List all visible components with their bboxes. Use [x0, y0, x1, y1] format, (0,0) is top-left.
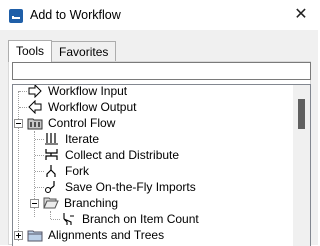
- fork-icon: [44, 164, 60, 178]
- tree-line: [19, 107, 27, 108]
- expand-alignments[interactable]: [14, 231, 23, 240]
- close-button[interactable]: ✕: [292, 5, 310, 23]
- filter-input[interactable]: [12, 62, 311, 80]
- tool-tree[interactable]: Workflow Input Workflow Output Control F…: [12, 84, 311, 246]
- branch-icon: [61, 212, 77, 226]
- tree-item-alignments-trees[interactable]: Alignments and Trees: [27, 227, 164, 243]
- tree-item-collect-distribute[interactable]: Collect and Distribute: [44, 147, 179, 163]
- scrollbar-thumb[interactable]: [298, 99, 305, 129]
- tree-item-label: Branching: [64, 196, 119, 210]
- tree-line: [35, 187, 44, 188]
- tools-tab-page: Workflow Input Workflow Output Control F…: [8, 61, 311, 246]
- tree-line: [35, 139, 44, 140]
- tab-tools[interactable]: Tools: [8, 40, 53, 62]
- tree-line: [51, 219, 60, 220]
- tree-item-label: Fork: [65, 164, 89, 178]
- tree-item-fork[interactable]: Fork: [44, 163, 89, 179]
- arrow-left-outline-icon: [27, 100, 43, 114]
- collapse-branching[interactable]: [30, 199, 39, 208]
- tree-line: [35, 155, 44, 156]
- tree-scrollbar[interactable]: [293, 85, 310, 246]
- tree-item-label: Workflow Output: [48, 100, 137, 114]
- collect-distribute-icon: [44, 148, 60, 162]
- tree-item-label: Alignments and Trees: [48, 228, 165, 242]
- collapse-control-flow[interactable]: [14, 119, 23, 128]
- tree-line: [19, 91, 27, 92]
- folder-open-icon: [43, 196, 59, 210]
- app-icon: [9, 9, 23, 23]
- tree-item-label: Collect and Distribute: [65, 148, 180, 162]
- tree-item-branching[interactable]: Branching: [43, 195, 118, 211]
- tree-line: [50, 211, 51, 219]
- tree-item-workflow-output[interactable]: Workflow Output: [27, 99, 136, 115]
- tree-line: [35, 171, 44, 172]
- tree-item-label: Save On-the-Fly Imports: [65, 180, 196, 194]
- tree-item-workflow-input[interactable]: Workflow Input: [27, 84, 128, 99]
- title-bar: Add to Workflow ✕: [0, 0, 318, 30]
- tree-item-label: Workflow Input: [48, 84, 128, 98]
- iterate-icon: [44, 132, 60, 146]
- dialog-body: Tools Favorites Workflow Input Workflow …: [0, 30, 318, 246]
- tree-item-label: Iterate: [65, 132, 100, 146]
- tree-item-label: Branch on Item Count: [82, 212, 199, 226]
- save-imports-icon: [44, 180, 60, 194]
- tab-favorites[interactable]: Favorites: [51, 41, 117, 62]
- window-title: Add to Workflow: [30, 8, 121, 22]
- tree-item-save-imports[interactable]: Save On-the-Fly Imports: [44, 179, 196, 195]
- tree-item-control-flow[interactable]: Control Flow: [27, 115, 115, 131]
- tree-item-branch-on-item-count[interactable]: Branch on Item Count: [61, 211, 199, 227]
- tree-item-label: Control Flow: [48, 116, 116, 130]
- arrow-right-outline-icon: [27, 85, 43, 98]
- folder-closed-icon: [27, 228, 43, 242]
- control-flow-folder-icon: [27, 116, 43, 130]
- tree-line: [18, 91, 19, 241]
- tree-item-iterate[interactable]: Iterate: [44, 131, 99, 147]
- tab-strip: Tools Favorites: [8, 40, 117, 62]
